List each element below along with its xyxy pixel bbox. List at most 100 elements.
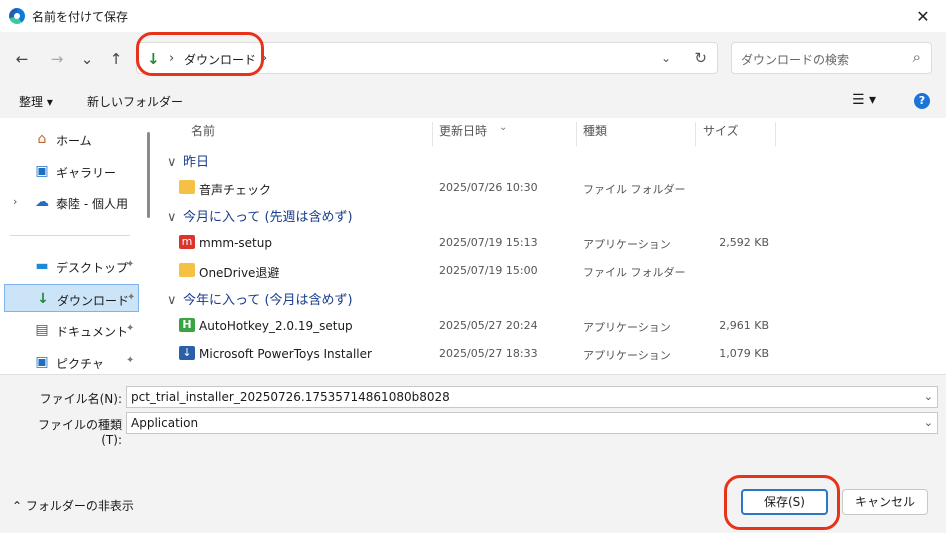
folder-icon (179, 180, 195, 194)
sidebar-item-home[interactable]: ⌂ ホーム (4, 125, 139, 153)
sort-indicator-icon: ⌄ (499, 122, 508, 133)
file-type: アプリケーション (583, 349, 671, 362)
highlight-annotation (724, 475, 840, 530)
file-size: 1,079 KB (719, 347, 769, 360)
sidebar-item-gallery[interactable]: ▣ ギャラリー (4, 157, 139, 185)
file-type: ファイル フォルダー (583, 183, 686, 196)
sidebar-item-label: ピクチャ (56, 357, 104, 371)
file-type: ファイル フォルダー (583, 266, 686, 279)
file-row[interactable]: m mmm-setup 2025/07/19 15:13 アプリケーション 2,… (155, 229, 946, 257)
title-bar: 名前を付けて保存 ✕ (0, 0, 946, 32)
new-folder-button[interactable]: 新しいフォルダー (87, 93, 183, 110)
pin-icon: ✦ (127, 292, 136, 303)
file-size: 2,592 KB (719, 236, 769, 249)
file-name: mmm-setup (199, 236, 272, 250)
forward-button[interactable]: → (47, 49, 67, 69)
file-size: 2,961 KB (719, 319, 769, 332)
sidebar-item-documents[interactable]: ▤ ドキュメント ✦ (4, 316, 139, 344)
column-divider[interactable] (432, 122, 433, 146)
column-header-date[interactable]: 更新日時 (439, 122, 487, 139)
file-row[interactable]: ↓ Microsoft PowerToys Installer 2025/05/… (155, 340, 946, 368)
file-name: 音声チェック (199, 183, 272, 197)
column-header-name[interactable]: 名前 (191, 122, 215, 139)
sidebar-item-downloads[interactable]: ↓ ダウンロード ✦ (4, 284, 139, 312)
filename-value[interactable]: pct_trial_installer_20250726.17535714861… (131, 390, 450, 404)
filetype-select[interactable]: Application ⌄ (126, 412, 938, 434)
sidebar-item-label: 泰陸 - 個人用 (56, 197, 128, 211)
file-type: アプリケーション (583, 321, 671, 334)
autohotkey-icon: H (179, 318, 195, 332)
sidebar-item-desktop[interactable]: ▬ デスクトップ ✦ (4, 252, 139, 280)
file-row[interactable]: OneDrive退避 2025/07/19 15:00 ファイル フォルダー (155, 257, 946, 285)
installer-icon: ↓ (179, 346, 195, 360)
app-icon: m (179, 235, 195, 249)
file-list: 名前 更新日時 ⌄ 種類 サイズ ∨ 昨日 音声チェック 2025/07/26 1… (155, 118, 946, 374)
file-name: OneDrive退避 (199, 266, 280, 280)
column-divider[interactable] (775, 122, 776, 146)
address-dropdown-icon[interactable]: ⌄ (661, 51, 671, 65)
file-date: 2025/05/27 20:24 (439, 319, 538, 332)
chevron-down-icon[interactable]: ⌄ (924, 390, 933, 403)
sidebar-divider (10, 235, 130, 236)
home-icon: ⌂ (37, 131, 47, 147)
cloud-icon: ☁ (35, 194, 49, 210)
chevron-down-icon: ∨ (167, 293, 177, 308)
file-date: 2025/05/27 18:33 (439, 347, 538, 360)
search-input[interactable]: ダウンロードの検索 ⌕ (731, 42, 932, 74)
chevron-down-icon: ∨ (167, 210, 177, 225)
download-icon: ↓ (37, 291, 49, 307)
sidebar-item-label: デスクトップ (56, 261, 129, 275)
filename-field[interactable]: pct_trial_installer_20250726.17535714861… (126, 386, 938, 408)
sidebar-item-pictures[interactable]: ▣ ピクチャ ✦ (4, 348, 139, 376)
file-name: Microsoft PowerToys Installer (199, 347, 372, 361)
column-divider[interactable] (695, 122, 696, 146)
group-header[interactable]: ∨ 昨日 (167, 151, 209, 170)
filetype-value: Application (131, 416, 199, 430)
filetype-label: ファイルの種類(T): (37, 418, 122, 447)
sidebar-item-label: ギャラリー (56, 166, 117, 180)
view-options-button[interactable]: ☰ ▾ (852, 92, 876, 108)
column-header-type[interactable]: 種類 (583, 122, 607, 139)
column-divider[interactable] (576, 122, 577, 146)
group-header[interactable]: ∨ 今月に入って (先週は含めず) (167, 206, 353, 225)
group-label: 今月に入って (先週は含めず) (183, 210, 353, 225)
pin-icon: ✦ (126, 259, 135, 270)
search-icon[interactable]: ⌕ (913, 48, 921, 66)
sidebar-item-label: ホーム (56, 134, 92, 148)
file-row[interactable]: 音声チェック 2025/07/26 10:30 ファイル フォルダー (155, 174, 946, 202)
command-bar: 整理 ▾ 新しいフォルダー ☰ ▾ ? (0, 84, 946, 118)
sidebar-item-label: ドキュメント (56, 325, 129, 339)
desktop-icon: ▬ (35, 258, 49, 274)
group-header[interactable]: ∨ 今年に入って (今月は含めず) (167, 289, 353, 308)
gallery-icon: ▣ (35, 163, 49, 179)
organize-button[interactable]: 整理 ▾ (19, 93, 53, 110)
refresh-icon[interactable]: ↻ (694, 49, 707, 67)
hide-folders-button[interactable]: ⌃ フォルダーの非表示 (12, 497, 134, 514)
sidebar-scrollbar[interactable] (147, 132, 150, 218)
chevron-down-icon: ∨ (167, 155, 177, 170)
close-button[interactable]: ✕ (900, 0, 946, 32)
sidebar-item-onedrive[interactable]: ☁ 泰陸 - 個人用 (4, 188, 139, 216)
help-icon[interactable]: ? (914, 93, 930, 109)
cancel-button[interactable]: キャンセル (842, 489, 928, 515)
document-icon: ▤ (35, 322, 49, 338)
file-date: 2025/07/19 15:00 (439, 264, 538, 277)
file-type: アプリケーション (583, 238, 671, 251)
folder-icon (179, 263, 195, 277)
column-header-size[interactable]: サイズ (703, 122, 739, 139)
group-label: 昨日 (183, 155, 210, 170)
edge-icon (9, 8, 25, 24)
file-row[interactable]: H AutoHotkey_2.0.19_setup 2025/05/27 20:… (155, 312, 946, 340)
file-date: 2025/07/26 10:30 (439, 181, 538, 194)
group-label: 今年に入って (今月は含めず) (183, 293, 353, 308)
up-button[interactable]: ↑ (106, 49, 126, 69)
column-headers: 名前 更新日時 ⌄ 種類 サイズ (155, 118, 946, 146)
search-placeholder: ダウンロードの検索 (741, 53, 850, 67)
chevron-down-icon[interactable]: ⌄ (924, 416, 933, 429)
sidebar-item-label: ダウンロード (57, 294, 130, 308)
back-button[interactable]: ← (12, 49, 32, 69)
file-date: 2025/07/19 15:13 (439, 236, 538, 249)
file-name: AutoHotkey_2.0.19_setup (199, 319, 353, 333)
highlight-annotation (136, 32, 264, 76)
recent-locations-button[interactable]: ⌄ (77, 49, 97, 69)
